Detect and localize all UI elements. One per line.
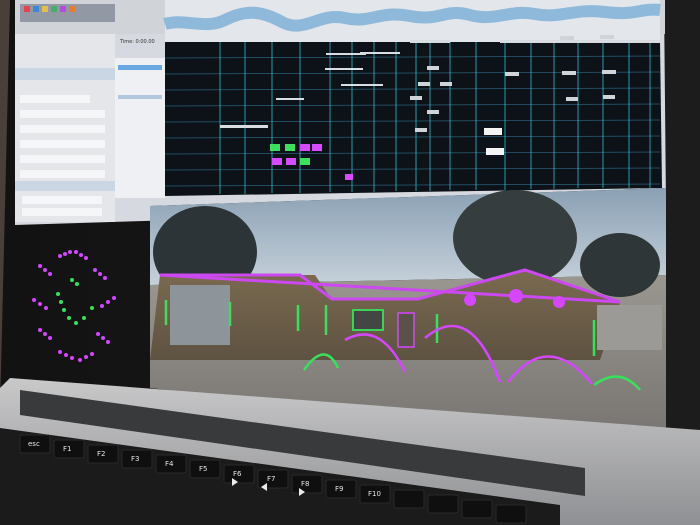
svg-text:F7: F7 xyxy=(267,475,275,483)
svg-text:F2: F2 xyxy=(97,450,105,458)
left-panel-field-1[interactable] xyxy=(20,95,90,103)
toolbar-icon-5[interactable] xyxy=(60,6,66,12)
svg-text:F6: F6 xyxy=(233,470,242,478)
green-effect-1[interactable] xyxy=(270,144,280,151)
selected-effect-1[interactable] xyxy=(484,128,502,135)
neighbor-house xyxy=(597,305,662,350)
svg-text:F9: F9 xyxy=(335,485,343,493)
svg-text:esc: esc xyxy=(28,440,40,448)
toolbar-icon-6[interactable] xyxy=(69,6,75,12)
front-door xyxy=(397,312,415,348)
left-panel-header xyxy=(15,68,115,80)
model-list-row[interactable] xyxy=(118,95,162,99)
toolbar-icon-4[interactable] xyxy=(51,6,57,12)
svg-text:F10: F10 xyxy=(368,490,381,498)
left-panel-field-2[interactable] xyxy=(20,110,105,118)
magenta-effect-5[interactable] xyxy=(345,174,353,180)
sequencer-grid xyxy=(165,42,662,196)
model-list xyxy=(115,58,165,198)
toolbar-icon-2[interactable] xyxy=(33,6,39,12)
svg-text:F8: F8 xyxy=(301,480,309,488)
window-front xyxy=(352,309,384,331)
left-panel-field-4[interactable] xyxy=(20,140,105,148)
garage-door xyxy=(170,285,230,345)
svg-text:F4: F4 xyxy=(165,460,174,468)
left-panel-field-6[interactable] xyxy=(20,170,105,178)
toolbar-icon-3[interactable] xyxy=(42,6,48,12)
tree-far-right xyxy=(580,233,660,297)
photo-svg: Time: 0:00.00 esc F1 F2 F3 F4 F5 F6 F7 F… xyxy=(0,0,700,525)
left-panel-field-8[interactable] xyxy=(22,208,102,216)
model-list-selected-row[interactable] xyxy=(118,65,162,70)
magenta-effect-2[interactable] xyxy=(312,144,322,151)
time-label: Time: 0:00.00 xyxy=(119,39,155,45)
green-effect-2[interactable] xyxy=(285,144,295,151)
left-panel-field-5[interactable] xyxy=(20,155,105,163)
toolbar-icon-1[interactable] xyxy=(24,6,30,12)
magenta-effect-4[interactable] xyxy=(286,158,296,165)
svg-text:F1: F1 xyxy=(63,445,71,453)
svg-text:F5: F5 xyxy=(199,465,207,473)
left-panel-field-7[interactable] xyxy=(22,196,102,204)
magenta-effect-1[interactable] xyxy=(300,144,310,151)
svg-text:F3: F3 xyxy=(131,455,139,463)
left-panel-field-3[interactable] xyxy=(20,125,105,133)
green-effect-3[interactable] xyxy=(300,158,310,165)
photo-scene: Time: 0:00.00 esc F1 F2 F3 F4 F5 F6 F7 F… xyxy=(0,0,700,525)
left-panel-subheader xyxy=(15,181,115,191)
selected-effect-2[interactable] xyxy=(486,148,504,155)
magenta-effect-3[interactable] xyxy=(272,158,282,165)
